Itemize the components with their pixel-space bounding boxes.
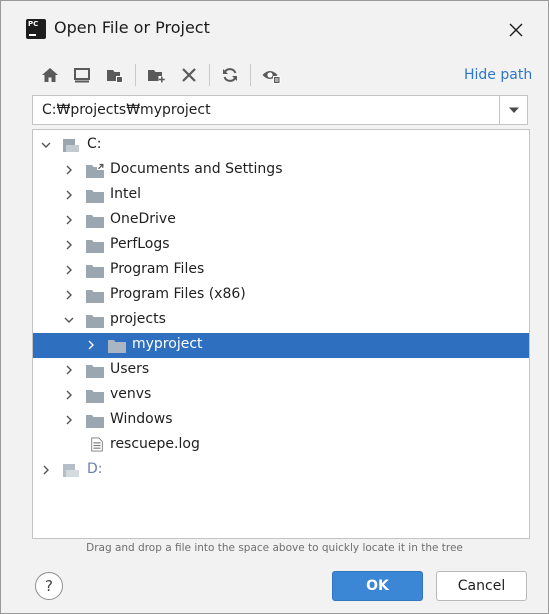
ok-button[interactable]: OK	[332, 571, 423, 601]
cancel-button[interactable]: Cancel	[436, 571, 527, 601]
tree-label: myproject	[132, 336, 203, 352]
app-icon-text: PC	[28, 20, 39, 28]
folder-icon	[108, 340, 126, 353]
pycharm-icon: PC	[26, 19, 46, 39]
drive-icon	[63, 139, 79, 152]
tree-row[interactable]: Program Files	[33, 258, 529, 283]
window-title: Open File or Project	[54, 18, 210, 37]
folder-icon	[86, 290, 104, 303]
tree-row[interactable]: rescuepe.log	[33, 433, 529, 458]
tree-label: projects	[110, 311, 166, 327]
tree-label: Windows	[110, 411, 173, 427]
hide-path-link[interactable]: Hide path	[464, 67, 532, 83]
folder-icon	[86, 215, 104, 228]
title-bar: PC Open File or Project	[1, 1, 548, 59]
help-button[interactable]: ?	[35, 572, 63, 600]
toolbar-separator	[135, 64, 136, 86]
home-button[interactable]	[40, 65, 60, 85]
tree-label-drive-c: C:	[87, 136, 102, 152]
project-folder-icon	[107, 70, 123, 83]
new-folder-button[interactable]	[146, 65, 166, 85]
chevron-right-icon[interactable]	[85, 339, 97, 351]
tree-row[interactable]: Documents and Settings	[33, 158, 529, 183]
folder-icon	[86, 365, 104, 378]
toolbar-separator	[250, 64, 251, 86]
folder-icon	[86, 315, 104, 328]
delete-button[interactable]	[179, 65, 199, 85]
folder-icon	[86, 240, 104, 253]
chevron-down-icon	[509, 107, 519, 113]
tree-label: Program Files (x86)	[110, 286, 246, 302]
tree-row[interactable]: Users	[33, 358, 529, 383]
drive-icon	[63, 464, 79, 477]
tree-label: Program Files	[110, 261, 205, 277]
chevron-right-icon[interactable]	[40, 464, 52, 476]
desktop-button[interactable]	[72, 65, 92, 85]
chevron-right-icon[interactable]	[63, 214, 75, 226]
chevron-down-icon[interactable]	[63, 314, 75, 326]
chevron-right-icon[interactable]	[63, 189, 75, 201]
chevron-right-icon[interactable]	[63, 289, 75, 301]
chevron-right-icon[interactable]	[63, 264, 75, 276]
chevron-right-icon[interactable]	[63, 389, 75, 401]
tree-row-drive-d[interactable]: D:	[33, 458, 529, 483]
tree-label: Documents and Settings	[110, 161, 283, 177]
folder-icon	[86, 415, 104, 428]
open-file-dialog: PC Open File or Project Hide path C:₩pro…	[0, 0, 549, 614]
chevron-down-icon[interactable]	[40, 139, 52, 151]
tree-row-drive-c[interactable]: C:	[33, 133, 529, 158]
file-tree[interactable]: C: Documents and Settings Intel OneDrive…	[32, 129, 530, 539]
tree-row[interactable]: Program Files (x86)	[33, 283, 529, 308]
tree-row-selected[interactable]: myproject	[33, 333, 529, 358]
tree-label: Users	[110, 361, 150, 377]
help-icon: ?	[45, 577, 53, 595]
tree-row[interactable]: Intel	[33, 183, 529, 208]
toolbar-separator	[209, 64, 210, 86]
text-file-icon	[91, 437, 103, 452]
tree-label-drive-d: D:	[87, 461, 103, 477]
tree-row[interactable]: OneDrive	[33, 208, 529, 233]
refresh-button[interactable]	[220, 65, 240, 85]
tree-label: rescuepe.log	[110, 436, 200, 452]
path-input[interactable]	[33, 96, 499, 124]
path-combo	[32, 95, 528, 125]
project-directory-button[interactable]	[105, 65, 125, 85]
drag-drop-hint: Drag and drop a file into the space abov…	[86, 542, 463, 554]
show-hidden-icon	[262, 71, 281, 84]
show-hidden-files-button[interactable]	[261, 65, 281, 85]
delete-icon	[182, 68, 196, 82]
tree-label: PerfLogs	[110, 236, 170, 252]
desktop-icon	[74, 68, 90, 83]
tree-label: venvs	[110, 386, 152, 402]
path-dropdown-button[interactable]	[499, 96, 527, 124]
folder-link-icon	[86, 163, 104, 178]
folder-icon	[86, 265, 104, 278]
folder-icon	[86, 390, 104, 403]
tree-label: OneDrive	[110, 211, 176, 227]
tree-row[interactable]: Windows	[33, 408, 529, 433]
toolbar: Hide path	[1, 59, 548, 91]
tree-row[interactable]: venvs	[33, 383, 529, 408]
chevron-right-icon[interactable]	[63, 414, 75, 426]
folder-icon	[86, 190, 104, 203]
close-button[interactable]	[505, 19, 527, 41]
tree-label: Intel	[110, 186, 141, 202]
tree-row[interactable]: PerfLogs	[33, 233, 529, 258]
chevron-right-icon[interactable]	[63, 364, 75, 376]
close-icon	[509, 23, 523, 37]
tree-row[interactable]: projects	[33, 308, 529, 333]
chevron-right-icon[interactable]	[63, 164, 75, 176]
home-icon	[42, 68, 58, 82]
refresh-icon	[223, 68, 237, 82]
new-folder-icon	[148, 70, 165, 83]
chevron-right-icon[interactable]	[63, 239, 75, 251]
